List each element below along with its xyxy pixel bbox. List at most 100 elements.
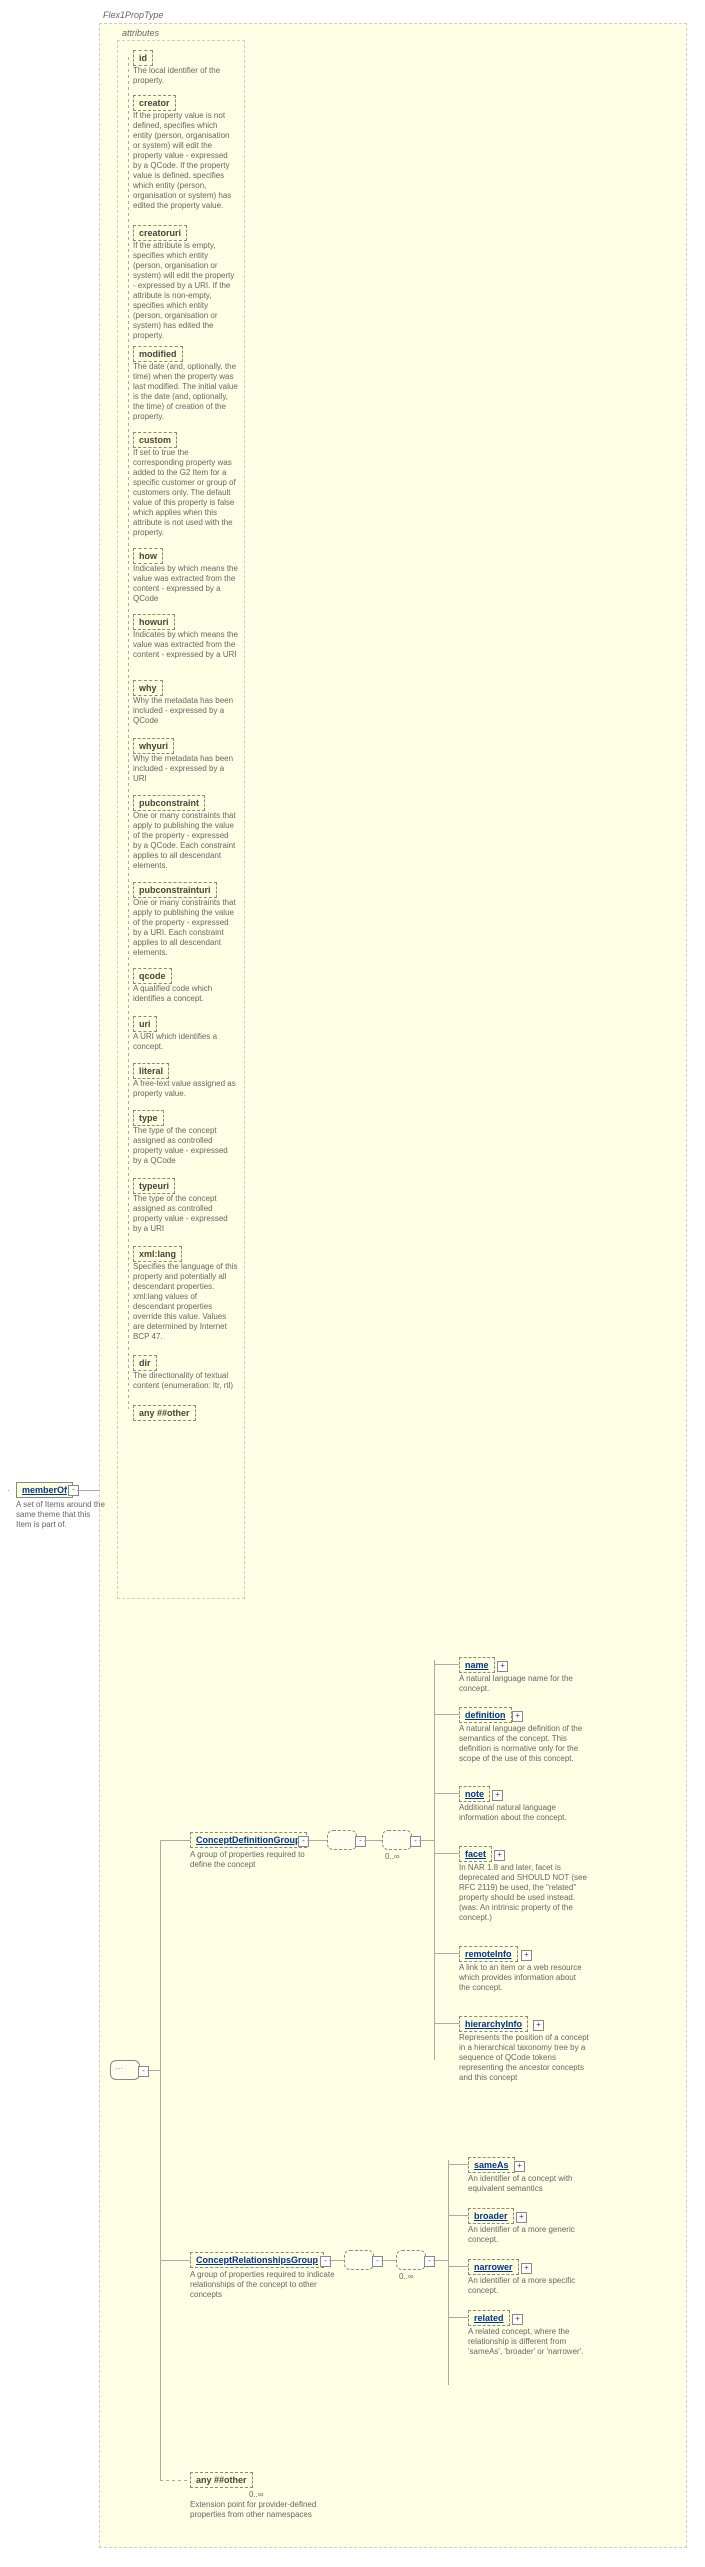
attr-whyuri[interactable]: whyuri [133, 738, 174, 754]
child-label: note [465, 1789, 484, 1799]
attributes-label: attributes [122, 28, 159, 38]
occur-indicator-1 [382, 1830, 412, 1850]
attr-pubconstrainturi[interactable]: pubconstrainturi [133, 882, 217, 898]
attr-label: modified [139, 349, 177, 359]
child-broader[interactable]: broader [468, 2208, 514, 2224]
expand-child-sameas[interactable]: + [514, 2161, 525, 2172]
expand-toggle-choice2[interactable]: - [372, 2256, 383, 2267]
child-label: name [465, 1660, 489, 1670]
group-conceptrelationships[interactable]: ConceptRelationshipsGroup [190, 2252, 324, 2268]
expand-child-definition[interactable]: + [512, 1711, 523, 1722]
expand-child-remoteinfo[interactable]: + [521, 1950, 532, 1961]
attr-label: creator [139, 98, 170, 108]
attr-uri-desc: A URI which identifies a concept. [133, 1032, 238, 1052]
attr-label: xml:lang [139, 1249, 176, 1259]
attr-xmllang[interactable]: xml:lang [133, 1246, 182, 1262]
child-label: remoteInfo [465, 1949, 512, 1959]
child-narrower[interactable]: narrower [468, 2259, 519, 2275]
expand-child-narrower[interactable]: + [521, 2263, 532, 2274]
expand-toggle-occur1[interactable]: - [410, 1836, 421, 1847]
attr-creator-desc: If the property value is not defined, sp… [133, 111, 238, 211]
attr-typeuri-desc: The type of the concept assigned as cont… [133, 1194, 238, 1234]
child-broader-desc: An identifier of a more generic concept. [468, 2225, 598, 2245]
attr-how-desc: Indicates by which means the value was e… [133, 564, 238, 604]
child-definition[interactable]: definition [459, 1707, 512, 1723]
attr-custom[interactable]: custom [133, 432, 177, 448]
child-label: narrower [474, 2262, 513, 2272]
child-sameas[interactable]: sameAs [468, 2157, 515, 2173]
expand-child-facet[interactable]: + [494, 1850, 505, 1861]
child-label: facet [465, 1849, 486, 1859]
root-node-memberof[interactable]: memberOf [16, 1482, 73, 1498]
attr-typeuri[interactable]: typeuri [133, 1178, 175, 1194]
attr-wildcard[interactable]: any ##other [133, 1405, 196, 1421]
attr-why[interactable]: why [133, 680, 163, 696]
child-note-desc: Additional natural language information … [459, 1803, 589, 1823]
child-label: sameAs [474, 2160, 509, 2170]
ext-desc: Extension point for provider-defined pro… [190, 2500, 320, 2520]
conceptdefinition-desc: A group of properties required to define… [190, 1850, 320, 1870]
child-label: related [474, 2313, 504, 2323]
occur-label-1: 0..∞ [385, 1852, 400, 1861]
sequence-icon: ⋯ [115, 2064, 123, 2073]
attr-label: any ##other [139, 1408, 190, 1418]
conceptrelationships-desc: A group of properties required to indica… [190, 2270, 335, 2300]
attr-custom-desc: If set to true the corresponding propert… [133, 448, 238, 538]
expand-child-broader[interactable]: + [516, 2212, 527, 2223]
expand-child-hierarchyinfo[interactable]: + [533, 2020, 544, 2031]
attr-whyuri-desc: Why the metadata has been included - exp… [133, 754, 238, 784]
expand-child-related[interactable]: + [512, 2314, 523, 2325]
attr-label: typeuri [139, 1181, 169, 1191]
attr-label: whyuri [139, 741, 168, 751]
expand-child-note[interactable]: + [492, 1790, 503, 1801]
child-label: broader [474, 2211, 508, 2221]
ext-anyother-element[interactable]: any ##other [190, 2472, 253, 2488]
attr-creator[interactable]: creator [133, 95, 176, 111]
attr-how[interactable]: how [133, 548, 163, 564]
attr-qcode[interactable]: qcode [133, 968, 172, 984]
expand-toggle-conceptdefinition[interactable]: - [298, 1836, 309, 1847]
attr-label: howuri [139, 617, 169, 627]
attr-label: id [139, 53, 147, 63]
child-label: hierarchyInfo [465, 2019, 522, 2029]
expand-child-name[interactable]: + [497, 1661, 508, 1672]
attr-uri[interactable]: uri [133, 1016, 157, 1032]
expand-toggle-choice1[interactable]: - [355, 1836, 366, 1847]
child-narrower-desc: An identifier of a more specific concept… [468, 2276, 598, 2296]
attr-id-desc: The local identifier of the property. [133, 66, 233, 86]
child-name[interactable]: name [459, 1657, 495, 1673]
type-name-label: Flex1PropType [103, 10, 163, 20]
child-remoteinfo[interactable]: remoteInfo [459, 1946, 518, 1962]
attr-literal[interactable]: literal [133, 1063, 169, 1079]
attr-modified-desc: The date (and, optionally, the time) whe… [133, 362, 238, 422]
ext-occur: 0..∞ [249, 2490, 264, 2499]
group-label: ConceptRelationshipsGroup [196, 2255, 318, 2265]
expand-toggle-occur2[interactable]: - [424, 2256, 435, 2267]
attr-dir-desc: The directionality of textual content (e… [133, 1371, 238, 1391]
root-desc: A set of Items around the same theme tha… [16, 1500, 106, 1530]
attr-pubconstrainturi-desc: One or many constraints that apply to pu… [133, 898, 238, 958]
attr-creatoruri[interactable]: creatoruri [133, 225, 187, 241]
expand-toggle-sequence[interactable]: - [138, 2066, 149, 2077]
child-hierarchyinfo[interactable]: hierarchyInfo [459, 2016, 528, 2032]
attr-pubconstraint[interactable]: pubconstraint [133, 795, 205, 811]
occur-indicator-2 [396, 2250, 426, 2270]
attr-id[interactable]: id [133, 50, 153, 66]
attr-creatoruri-desc: If the attribute is empty, specifies whi… [133, 241, 238, 341]
attr-modified[interactable]: modified [133, 346, 183, 362]
choice-indicator-2 [344, 2250, 374, 2270]
attr-type[interactable]: type [133, 1110, 164, 1126]
child-facet[interactable]: facet [459, 1846, 492, 1862]
child-related[interactable]: related [468, 2310, 510, 2326]
child-facet-desc: In NAR 1.8 and later, facet is deprecate… [459, 1863, 589, 1923]
attr-why-desc: Why the metadata has been included - exp… [133, 696, 238, 726]
group-conceptdefinition[interactable]: ConceptDefinitionGroup [190, 1832, 307, 1848]
attr-dir[interactable]: dir [133, 1355, 157, 1371]
attr-label: why [139, 683, 157, 693]
attr-howuri[interactable]: howuri [133, 614, 175, 630]
attr-label: how [139, 551, 157, 561]
expand-toggle-conceptrelationships[interactable]: - [320, 2256, 331, 2267]
child-label: definition [465, 1710, 506, 1720]
child-note[interactable]: note [459, 1786, 490, 1802]
attr-label: pubconstrainturi [139, 885, 211, 895]
